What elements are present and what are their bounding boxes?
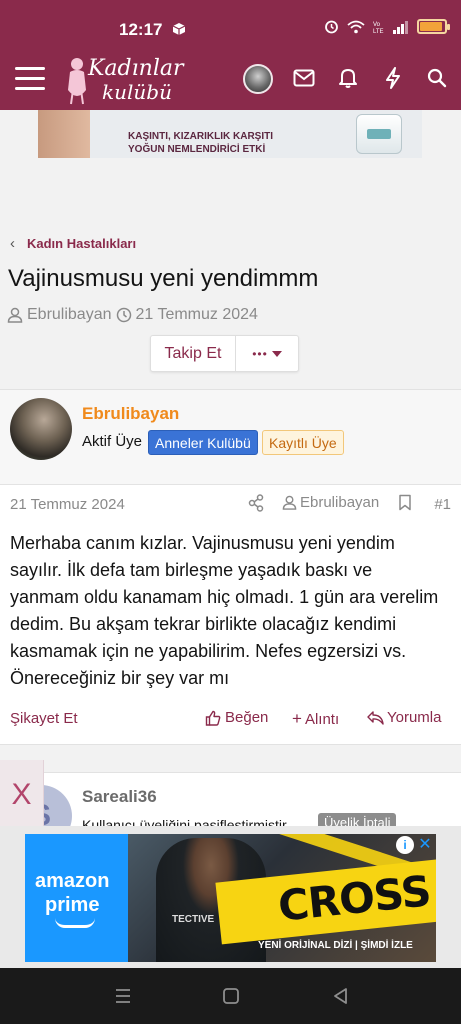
thread-author[interactable]: Ebrulibayan bbox=[27, 306, 112, 324]
whats-new-button[interactable] bbox=[379, 64, 407, 92]
caret-down-icon bbox=[271, 350, 282, 357]
volte-icon: VoLTE bbox=[373, 22, 384, 34]
breadcrumb: ‹ Kadın Hastalıkları bbox=[10, 235, 136, 252]
logo-text-2: kulübü bbox=[102, 80, 172, 104]
bookmark-button[interactable] bbox=[398, 494, 412, 515]
lightning-icon bbox=[386, 67, 400, 89]
prime-logo: amazon prime bbox=[25, 834, 128, 962]
back-icon[interactable] bbox=[330, 986, 352, 1006]
ad-text: KAŞINTI, KIZARIKLIK KARŞITI YOĞUN NEMLEN… bbox=[128, 131, 273, 155]
user-title: Aktif Üye bbox=[82, 433, 143, 450]
status-icons: Vo LTE bbox=[324, 19, 450, 34]
post-username[interactable]: Ebrulibayan bbox=[82, 404, 179, 424]
recents-icon[interactable] bbox=[112, 986, 134, 1006]
reply-icon bbox=[367, 710, 384, 725]
battery-icon bbox=[417, 19, 450, 34]
quote-label: Alıntı bbox=[304, 710, 340, 728]
user-icon bbox=[282, 495, 297, 510]
smile-arrow-icon bbox=[55, 918, 95, 928]
post-author-link[interactable]: Ebrulibayan bbox=[282, 494, 379, 511]
bookmark-icon bbox=[399, 494, 411, 511]
woman-silhouette-icon bbox=[68, 58, 86, 105]
ad-product-image bbox=[356, 114, 402, 154]
top-ad-banner[interactable]: KAŞINTI, KIZARIKLIK KARŞITI YOĞUN NEMLEN… bbox=[38, 110, 422, 158]
like-button[interactable]: Beğen bbox=[205, 709, 268, 726]
post-number[interactable]: #1 bbox=[434, 496, 451, 513]
thumbs-up-icon bbox=[205, 710, 221, 726]
app-header: Kadınlar kulübü bbox=[0, 48, 461, 110]
post-body: Merhaba canım kızlar. Vajinusmusu yeni y… bbox=[10, 533, 439, 688]
system-nav-bar bbox=[0, 968, 461, 1024]
post: Ebrulibayan Aktif Üye Anneler Kulübü Kay… bbox=[0, 389, 461, 745]
package-icon bbox=[172, 23, 186, 35]
post-user-info: Ebrulibayan Aktif Üye Anneler Kulübü Kay… bbox=[0, 390, 461, 485]
wifi-icon bbox=[347, 20, 365, 33]
thread-meta: Ebrulibayan 21 Temmuz 2024 bbox=[7, 306, 258, 324]
prime-logo-text-2: prime bbox=[45, 894, 100, 916]
user-badge-registered: Kayıtlı Üye bbox=[262, 430, 344, 455]
ad-info-icon[interactable]: i bbox=[396, 836, 414, 854]
svg-text:LTE: LTE bbox=[373, 29, 384, 34]
thread-date[interactable]: 21 Temmuz 2024 bbox=[136, 306, 258, 324]
user-icon bbox=[7, 307, 23, 323]
share-icon bbox=[248, 494, 264, 512]
post-date[interactable]: 21 Temmuz 2024 bbox=[10, 496, 125, 513]
reply-label: Yorumla bbox=[387, 709, 442, 726]
svg-text:Vo: Vo bbox=[373, 22, 381, 28]
reply-button[interactable]: Yorumla bbox=[367, 709, 441, 726]
envelope-icon bbox=[293, 69, 315, 87]
close-ad-button[interactable]: X bbox=[0, 760, 44, 830]
search-icon bbox=[427, 68, 447, 88]
bell-icon bbox=[339, 69, 357, 88]
site-logo[interactable]: Kadınlar kulübü bbox=[64, 54, 194, 106]
share-button[interactable] bbox=[248, 494, 264, 516]
ad-scene-image: CROSS TECTIVE YENİ ORİJİNAL DİZİ | ŞİMDİ… bbox=[128, 834, 436, 962]
logo-text-1: Kadınlar bbox=[88, 56, 184, 81]
menu-button[interactable] bbox=[15, 67, 45, 91]
follow-button[interactable]: Takip Et bbox=[151, 336, 236, 371]
bottom-ad-banner[interactable]: amazon prime CROSS TECTIVE YENİ ORİJİNAL… bbox=[25, 834, 436, 962]
more-dots: ••• bbox=[252, 346, 268, 361]
more-options-button[interactable]: ••• bbox=[236, 336, 298, 371]
user-avatar-button[interactable] bbox=[243, 64, 273, 94]
plus-icon: + bbox=[292, 709, 302, 728]
status-time: 12:17 bbox=[119, 20, 163, 39]
signal-icon bbox=[393, 20, 408, 34]
status-bar: 12:17 Vo LTE bbox=[0, 0, 461, 48]
ad-caption: YENİ ORİJİNAL DİZİ | ŞİMDİ İZLE bbox=[258, 940, 413, 951]
search-button[interactable] bbox=[423, 64, 451, 92]
breadcrumb-link-forum[interactable]: Kadın Hastalıkları bbox=[27, 236, 136, 251]
prime-logo-text-1: amazon bbox=[35, 870, 110, 892]
ad-close-icon[interactable]: ✕ bbox=[416, 836, 434, 854]
quote-button[interactable]: + Alıntı bbox=[292, 709, 339, 729]
ad-vest-text: TECTIVE bbox=[172, 914, 215, 925]
avatar[interactable] bbox=[10, 398, 72, 460]
ad-image bbox=[38, 110, 90, 158]
bottom-ad-container: amazon prime CROSS TECTIVE YENİ ORİJİNAL… bbox=[0, 826, 461, 968]
post-author: Ebrulibayan bbox=[300, 494, 380, 511]
alarm-icon bbox=[325, 20, 338, 34]
report-button[interactable]: Şikayet Et bbox=[10, 710, 78, 727]
thread-title: Vajinusmusu yeni yendimmm bbox=[8, 265, 319, 292]
clock-icon bbox=[116, 307, 131, 323]
post-2: S Sareali36 Kullanıcı üyeliğini pasifleş… bbox=[0, 772, 461, 832]
alerts-button[interactable] bbox=[334, 64, 362, 92]
post-actions: Şikayet Et Beğen + Alıntı Yorumla bbox=[10, 707, 451, 731]
thread-actions: Takip Et ••• bbox=[150, 335, 299, 372]
inbox-button[interactable] bbox=[290, 64, 318, 92]
chevron-left-icon: ‹ bbox=[10, 235, 15, 252]
post-meta: 21 Temmuz 2024 Ebrulibayan #1 bbox=[10, 492, 451, 516]
home-icon[interactable] bbox=[220, 986, 242, 1006]
post2-username[interactable]: Sareali36 bbox=[82, 787, 157, 807]
like-label: Beğen bbox=[225, 709, 269, 726]
user-badge-anneler: Anneler Kulübü bbox=[148, 430, 258, 455]
